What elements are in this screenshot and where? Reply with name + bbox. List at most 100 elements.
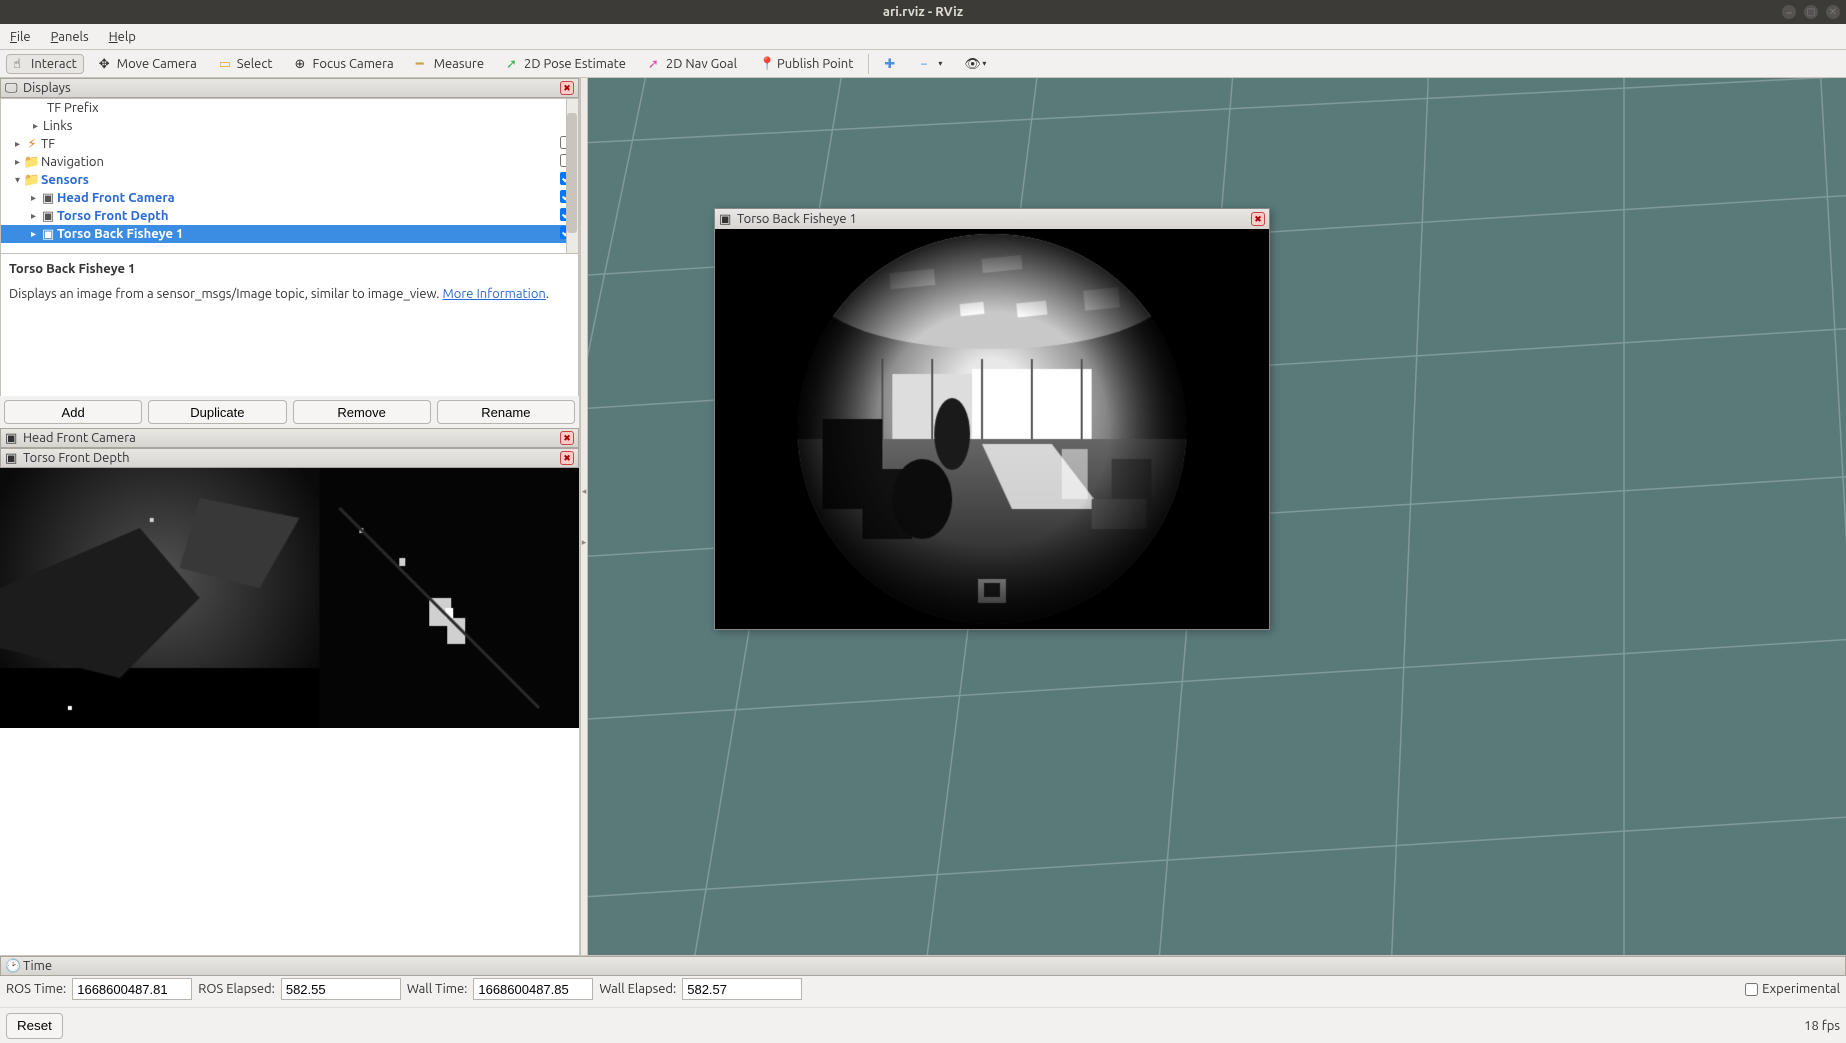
minus-icon: −	[920, 57, 934, 71]
image-icon: ▣	[41, 209, 55, 224]
wall-time-label: Wall Time:	[407, 982, 468, 996]
scrollbar-track[interactable]	[566, 99, 578, 253]
close-icon[interactable]: ✖	[1251, 212, 1265, 226]
tree-row-torso-fisheye[interactable]: ▸ ▣ Torso Back Fisheye 1	[1, 225, 578, 243]
wall-elapsed-input[interactable]	[682, 978, 802, 1000]
displays-tree[interactable]: TF Prefix ▸ Links ▸ ⚡ TF ▸ 📁 Navigation	[0, 98, 579, 254]
tf-icon: ⚡	[25, 137, 39, 152]
displays-panel-header[interactable]: 🖵 Displays ✖	[0, 78, 579, 98]
ros-time-input[interactable]	[72, 978, 192, 1000]
menu-file[interactable]: File	[6, 28, 35, 46]
arrow-green-icon: ➚	[506, 57, 520, 71]
move-icon: ✥	[99, 57, 113, 71]
scrollbar-thumb[interactable]	[567, 113, 577, 233]
expand-icon[interactable]: ▸	[31, 228, 41, 240]
left-column: 🖵 Displays ✖ TF Prefix ▸ Links ▸ ⚡ TF	[0, 78, 580, 955]
footer: Reset 18 fps	[0, 1007, 1846, 1043]
fps-counter: 18 fps	[1804, 1019, 1840, 1033]
head-front-panel-header[interactable]: ▣ Head Front Camera ✖	[0, 428, 579, 448]
clock-icon: 🕑	[5, 959, 19, 973]
tree-row-head-front[interactable]: ▸ ▣ Head Front Camera	[1, 189, 578, 207]
main-area: 🖵 Displays ✖ TF Prefix ▸ Links ▸ ⚡ TF	[0, 78, 1846, 955]
tool-plus[interactable]: ✚	[877, 54, 905, 74]
menu-bar: File Panels Help	[0, 24, 1846, 50]
duplicate-button[interactable]: Duplicate	[148, 400, 286, 424]
tree-row-links[interactable]: ▸ Links	[1, 117, 578, 135]
splitter-collapse-left-icon[interactable]: ◂	[582, 486, 587, 497]
rename-button[interactable]: Rename	[437, 400, 575, 424]
eye-icon: 👁	[964, 57, 978, 71]
menu-help[interactable]: Help	[105, 28, 140, 46]
image-icon: ▣	[41, 227, 55, 242]
fisheye-image	[715, 229, 1269, 629]
depth-image	[0, 468, 579, 728]
time-title: Time	[23, 959, 52, 973]
expand-icon[interactable]: ▸	[31, 210, 41, 222]
close-icon[interactable]: ✖	[560, 81, 574, 95]
minimize-icon[interactable]: –	[1782, 5, 1796, 19]
reset-button[interactable]: Reset	[6, 1013, 63, 1039]
image-icon: ▣	[41, 191, 55, 206]
expand-icon[interactable]: ▸	[15, 138, 25, 150]
time-panel-header[interactable]: 🕑 Time	[0, 956, 1846, 976]
ros-time-label: ROS Time:	[6, 982, 66, 996]
desc-text: Displays an image from a sensor_msgs/Ima…	[9, 286, 570, 303]
tool-view[interactable]: 👁▾	[957, 54, 993, 74]
plus-icon: ✚	[884, 57, 898, 71]
add-button[interactable]: Add	[4, 400, 142, 424]
wall-time-input[interactable]	[473, 978, 593, 1000]
experimental-label: Experimental	[1762, 982, 1840, 996]
window-title: ari.rviz - RViz	[883, 5, 963, 19]
pin-icon: 📍	[759, 57, 773, 71]
tool-publish-point[interactable]: 📍 Publish Point	[752, 54, 860, 74]
window-titlebar: ari.rviz - RViz – ▢ ✕	[0, 0, 1846, 24]
folder-icon: 📁	[25, 155, 39, 170]
ros-elapsed-label: ROS Elapsed:	[198, 982, 275, 996]
fisheye-title: Torso Back Fisheye 1	[737, 212, 857, 226]
menu-panels[interactable]: Panels	[47, 28, 93, 46]
time-panel: 🕑 Time ROS Time: ROS Elapsed: Wall Time:…	[0, 955, 1846, 1007]
torso-depth-panel: ▣ Torso Front Depth ✖	[0, 448, 579, 955]
fisheye-window-header[interactable]: ▣ Torso Back Fisheye 1 ✖	[715, 209, 1269, 229]
expand-icon[interactable]: ▸	[33, 120, 43, 132]
arrow-pink-icon: ➚	[648, 57, 662, 71]
monitor-icon: 🖵	[5, 81, 19, 95]
torso-depth-panel-header[interactable]: ▣ Torso Front Depth ✖	[0, 448, 579, 468]
tree-row-tf-prefix[interactable]: TF Prefix	[1, 99, 578, 117]
ros-elapsed-input[interactable]	[281, 978, 401, 1000]
desc-title: Torso Back Fisheye 1	[9, 262, 570, 276]
tree-row-navigation[interactable]: ▸ 📁 Navigation	[1, 153, 578, 171]
fisheye-float-window[interactable]: ▣ Torso Back Fisheye 1 ✖	[714, 208, 1270, 630]
folder-icon: 📁	[25, 173, 39, 188]
close-window-icon[interactable]: ✕	[1826, 5, 1840, 19]
image-icon: ▣	[5, 451, 19, 465]
tree-row-torso-depth[interactable]: ▸ ▣ Torso Front Depth	[1, 207, 578, 225]
experimental-checkbox[interactable]	[1745, 983, 1758, 996]
3d-viewport[interactable]: ▣ Torso Back Fisheye 1 ✖	[588, 78, 1846, 955]
select-icon: ▭	[219, 57, 233, 71]
maximize-icon[interactable]: ▢	[1804, 5, 1818, 19]
tool-interact[interactable]: ☝ Interact	[6, 54, 84, 74]
ruler-icon: ━	[416, 57, 430, 71]
close-icon[interactable]: ✖	[560, 451, 574, 465]
displays-title: Displays	[23, 81, 71, 95]
tool-select[interactable]: ▭ Select	[212, 54, 280, 74]
splitter-expand-right-icon[interactable]: ▸	[582, 537, 587, 548]
tool-measure[interactable]: ━ Measure	[409, 54, 491, 74]
tool-focus-camera[interactable]: ⊕ Focus Camera	[288, 54, 401, 74]
wall-elapsed-label: Wall Elapsed:	[599, 982, 676, 996]
tool-2d-pose-estimate[interactable]: ➚ 2D Pose Estimate	[499, 54, 633, 74]
tree-row-sensors[interactable]: ▾ 📁 Sensors	[1, 171, 578, 189]
toolbar-separator	[868, 54, 869, 74]
tool-move-camera[interactable]: ✥ Move Camera	[92, 54, 204, 74]
close-icon[interactable]: ✖	[560, 431, 574, 445]
tree-row-tf[interactable]: ▸ ⚡ TF	[1, 135, 578, 153]
remove-button[interactable]: Remove	[293, 400, 431, 424]
image-icon: ▣	[5, 431, 19, 445]
expand-icon[interactable]: ▸	[31, 192, 41, 204]
desc-link[interactable]: More Information	[442, 287, 545, 301]
tool-2d-nav-goal[interactable]: ➚ 2D Nav Goal	[641, 54, 744, 74]
torso-depth-title: Torso Front Depth	[23, 451, 130, 465]
tool-minus[interactable]: −▾	[913, 54, 949, 74]
splitter[interactable]: ◂ ▸	[580, 78, 588, 955]
